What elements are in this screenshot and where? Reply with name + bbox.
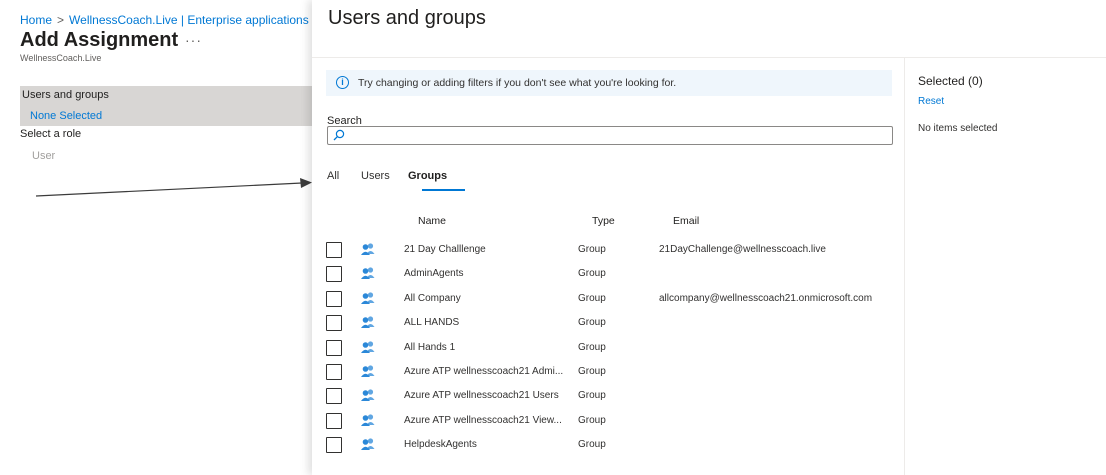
panel-title: Users and groups bbox=[328, 7, 486, 29]
group-icon bbox=[361, 243, 375, 255]
table-row[interactable]: HelpdeskAgents Group bbox=[312, 433, 890, 457]
row-checkbox[interactable] bbox=[326, 388, 342, 405]
active-tab-indicator bbox=[422, 189, 465, 191]
table-row[interactable]: Azure ATP wellnesscoach21 View... Group bbox=[312, 409, 890, 433]
row-type: Group bbox=[578, 268, 606, 280]
column-header-type[interactable]: Type bbox=[592, 215, 615, 227]
row-name: ALL HANDS bbox=[404, 317, 460, 329]
row-type: Group bbox=[578, 366, 606, 377]
table-row[interactable]: Azure ATP wellnesscoach21 Admi... Group bbox=[312, 360, 890, 384]
group-icon bbox=[361, 316, 375, 329]
row-type: Group bbox=[578, 244, 606, 255]
group-icon bbox=[361, 414, 375, 426]
row-type: Group bbox=[578, 292, 606, 304]
row-email: 21DayChallenge@wellnesscoach.live bbox=[659, 244, 826, 255]
row-checkbox[interactable] bbox=[326, 437, 342, 454]
selection-divider bbox=[904, 57, 905, 475]
row-checkbox[interactable] bbox=[326, 242, 342, 258]
info-banner: i Try changing or adding filters if you … bbox=[326, 70, 892, 96]
table-row[interactable]: ALL HANDS Group bbox=[312, 311, 890, 335]
row-checkbox[interactable] bbox=[326, 412, 342, 429]
info-icon: i bbox=[336, 76, 349, 89]
search-icon bbox=[333, 129, 345, 141]
search-box[interactable] bbox=[327, 126, 893, 145]
row-checkbox[interactable] bbox=[326, 266, 342, 283]
row-name: HelpdeskAgents bbox=[404, 439, 477, 451]
group-icon bbox=[361, 389, 375, 402]
group-icon bbox=[361, 292, 375, 304]
group-icon bbox=[361, 438, 375, 451]
row-email: allcompany@wellnesscoach21.onmicrosoft.c… bbox=[659, 292, 873, 304]
row-checkbox[interactable] bbox=[326, 339, 342, 356]
row-checkbox[interactable] bbox=[326, 290, 342, 307]
row-type: Group bbox=[578, 439, 606, 451]
row-name: AdminAgents bbox=[404, 268, 464, 280]
table-row[interactable]: All Hands 1 Group bbox=[312, 336, 890, 360]
table-row[interactable]: 21 Day Challlenge Group 21DayChallenge@wel… bbox=[312, 238, 890, 262]
reset-link[interactable]: Reset bbox=[918, 96, 944, 107]
row-type: Group bbox=[578, 317, 606, 329]
row-checkbox[interactable] bbox=[326, 315, 342, 332]
row-name: All Company bbox=[404, 292, 461, 304]
row-checkbox[interactable] bbox=[326, 364, 342, 380]
panel-divider bbox=[312, 57, 1106, 58]
table-row[interactable]: All Company Group allcompany@wellnesscoach… bbox=[312, 287, 890, 311]
group-icon bbox=[361, 340, 375, 353]
row-name: Azure ATP wellnesscoach21 Users bbox=[404, 390, 559, 402]
row-name: Azure ATP wellnesscoach21 View... bbox=[404, 414, 562, 426]
row-name: 21 Day Challlenge bbox=[404, 244, 486, 255]
row-type: Group bbox=[578, 341, 606, 353]
tab-all[interactable]: All bbox=[327, 170, 339, 182]
column-header-email[interactable]: Email bbox=[673, 215, 699, 227]
info-text: Try changing or adding filters if you do… bbox=[358, 77, 677, 89]
tab-users[interactable]: Users bbox=[361, 170, 390, 182]
column-header-name[interactable]: Name bbox=[418, 215, 446, 227]
row-type: Group bbox=[578, 414, 606, 426]
row-name: All Hands 1 bbox=[404, 341, 456, 353]
group-icon bbox=[361, 365, 375, 377]
selected-count: Selected (0) bbox=[918, 74, 983, 88]
annotation-arrow-icon bbox=[35, 178, 312, 197]
table-row[interactable]: Azure ATP wellnesscoach21 Users Group bbox=[312, 384, 890, 408]
group-icon bbox=[361, 267, 375, 280]
no-items-text: No items selected bbox=[918, 123, 998, 134]
users-and-groups-panel: Users and groups i Try changing or addin… bbox=[312, 0, 1106, 475]
table-row[interactable]: AdminAgents Group bbox=[312, 262, 890, 286]
row-name: Azure ATP wellnesscoach21 Admi... bbox=[404, 366, 564, 377]
search-input[interactable] bbox=[348, 128, 888, 143]
row-type: Group bbox=[578, 390, 606, 402]
tab-groups[interactable]: Groups bbox=[408, 170, 447, 182]
